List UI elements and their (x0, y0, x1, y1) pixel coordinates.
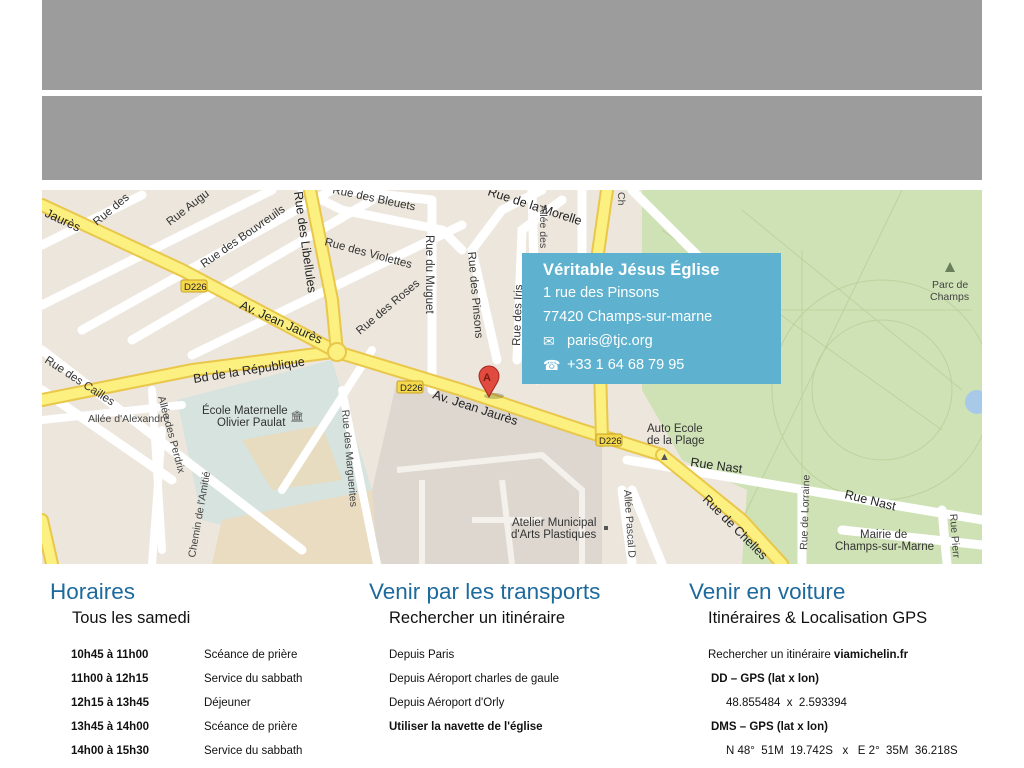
d226-shield: D226 (396, 380, 424, 394)
schedule-time: 12h15 à 13h45 (71, 697, 150, 709)
viamichelin-row: Rechercher un itinéraire viamichelin.fr (708, 648, 908, 662)
transports-subtitle: Rechercher un itinéraire (389, 609, 566, 627)
transports-section: Venir par les transports Rechercher un i… (369, 576, 600, 628)
viamichelin-link[interactable]: viamichelin.fr (834, 649, 908, 661)
voiture-subtitle: Itinéraires & Localisation GPS (708, 609, 928, 627)
schedule-time: 11h00 à 12h15 (71, 673, 149, 685)
email-row: ✉ paris@tjc.org (543, 329, 781, 353)
schedule-time: 14h00 à 15h30 (71, 745, 150, 757)
poi-label: Champs (930, 291, 969, 303)
school-icon: 🏛 (290, 410, 304, 423)
transport-link-orly[interactable]: Depuis Aéroport d'Orly (389, 696, 504, 710)
poi-dot-icon (604, 526, 608, 530)
horaires-title: Horaires (50, 579, 136, 604)
poi-label: Atelier Municipal (512, 517, 596, 529)
poi-label: d'Arts Plastiques (511, 529, 597, 541)
header-banner (42, 0, 982, 90)
schedule-activity: Service du sabbath (204, 673, 303, 685)
poi-label: Champs-sur-Marne (835, 541, 934, 553)
street-label: Rue des Roses (354, 277, 422, 337)
car-icon: ▲ (659, 451, 670, 463)
roundabout (327, 342, 347, 362)
poi-label: Parc de (932, 279, 968, 291)
d226-shield: D226 (180, 279, 208, 293)
svg-text:D226: D226 (184, 282, 207, 293)
schedule-activity: Déjeuner (204, 697, 251, 709)
svg-text:A: A (483, 372, 491, 384)
transport-link-paris[interactable]: Depuis Paris (389, 648, 454, 662)
street-label: Rue des Pinsons (465, 251, 485, 339)
address-line-2: 77420 Champs-sur-marne (543, 309, 713, 325)
street-label: Ch (615, 192, 627, 206)
phone-number: +33 1 64 68 79 95 (567, 357, 685, 373)
schedule-activity: Scéance de prière (204, 721, 298, 733)
dms-gps-value: N 48° 51M 19.742S x E 2° 35M 36.218S (726, 745, 958, 757)
transports-title: Venir par les transports (369, 579, 601, 604)
svg-text:D226: D226 (400, 383, 423, 394)
dd-gps-label: DD – GPS (lat x lon) (711, 673, 819, 685)
d226-shield: D226 (595, 433, 623, 447)
horaires-section: Horaires Tous les samedi (50, 576, 190, 628)
poi-label: École Maternelle (202, 404, 288, 417)
map[interactable]: D226 D226 D226 Rue des Bleuets Rue de la… (42, 190, 982, 564)
street-label: Rue des (91, 191, 132, 228)
poi-label: de la Plage (647, 435, 705, 447)
schedule-activity: Service du sabbath (204, 745, 303, 757)
poi-label: Olivier Paulat (217, 417, 286, 429)
street-label: Allée d'Alexandre (88, 413, 170, 425)
transport-link-shuttle[interactable]: Utiliser la navette de l'église (389, 720, 543, 734)
street-label: Allée des (537, 205, 549, 248)
schedule-time: 10h45 à 11h00 (71, 649, 149, 661)
horaires-subtitle: Tous les samedi (72, 609, 191, 627)
telephone-icon: ☎ (543, 357, 561, 373)
voiture-title: Venir en voiture (689, 579, 846, 604)
schedule-activity: Scéance de prière (204, 649, 298, 661)
svg-text:D226: D226 (599, 436, 622, 447)
church-info-card: Véritable Jésus Église 1 rue des Pinsons… (522, 253, 781, 384)
church-name: Véritable Jésus Église (543, 261, 720, 279)
schedule-time: 13h45 à 14h00 (71, 721, 150, 733)
voiture-section: Venir en voiture Itinéraires & Localisat… (689, 576, 927, 628)
email-link[interactable]: paris@tjc.org (567, 333, 653, 349)
dd-gps-value: 48.855484 x 2.593394 (726, 697, 847, 709)
dms-gps-label: DMS – GPS (lat x lon) (711, 721, 828, 733)
transport-link-cdg[interactable]: Depuis Aéroport charles de gaule (389, 672, 559, 686)
search-itinerary-text: Rechercher un itinéraire (708, 649, 834, 661)
envelope-icon: ✉ (543, 333, 555, 349)
street-label: Rue du Muguet (423, 235, 435, 314)
nav-banner (42, 96, 982, 180)
poi-label: Auto Ecole (647, 423, 703, 435)
map-canvas[interactable]: D226 D226 D226 Rue des Bleuets Rue de la… (42, 190, 982, 564)
address-line-1: 1 rue des Pinsons (543, 285, 660, 301)
phone-row: ☎ +33 1 64 68 79 95 (543, 353, 781, 377)
poi-label: Mairie de (860, 529, 907, 541)
